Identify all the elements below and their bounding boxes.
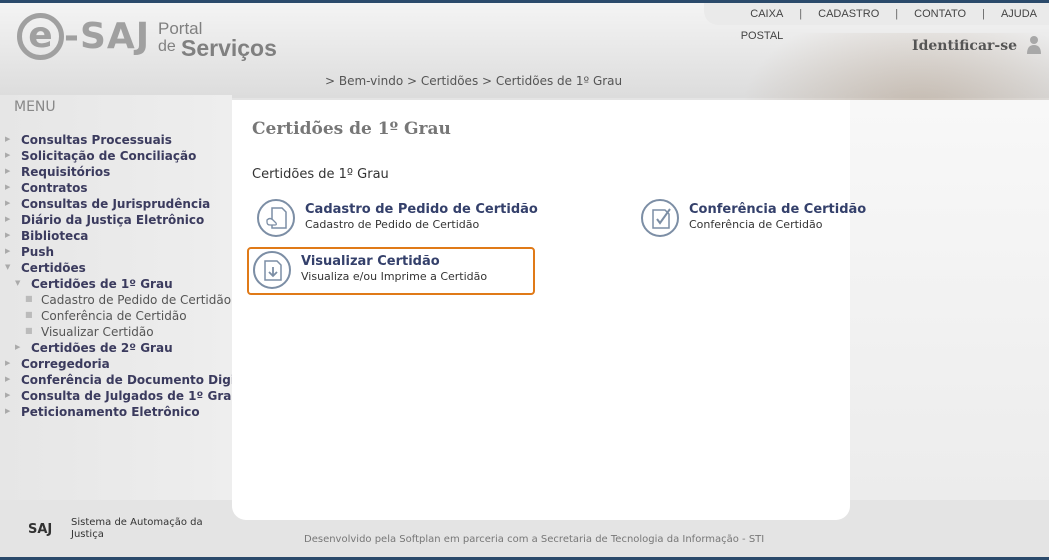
sidebar-item-label[interactable]: Visualizar Certidão [41,324,154,340]
sidebar-item[interactable]: ▶ Consultas Processuais [0,132,232,148]
footer-saj-logo: SAJ [28,522,53,537]
main-content: Certidões de 1º Grau Certidões de 1º Gra… [232,100,866,520]
sidebar-item-label[interactable]: Conferência de Certidão [41,308,187,324]
menu-title: MENU [14,99,56,115]
triangle-right-icon[interactable]: ▶ [5,228,10,242]
triangle-right-icon[interactable]: ▶ [5,356,10,370]
sidebar-item[interactable]: ▶ Diário da Justiça Eletrônico [0,212,232,228]
sidebar-item-label[interactable]: Push [21,244,54,260]
triangle-right-icon[interactable]: ▶ [5,132,10,146]
top-link-contato[interactable]: CONTATO [898,3,982,25]
document-check-icon[interactable] [641,199,679,237]
sidebar-item[interactable]: ▶ Contratos [0,180,232,196]
option-conferencia-certidao[interactable]: Conferência de Certidão Conferência de C… [636,196,866,242]
sidebar-item[interactable]: ▶ Requisitórios [0,164,232,180]
triangle-right-icon[interactable]: ▶ [5,404,10,418]
logo-de: de [158,38,176,55]
triangle-right-icon[interactable]: ▶ [5,164,10,178]
triangle-right-icon[interactable]: ▶ [5,180,10,194]
user-icon[interactable] [1026,35,1042,55]
sidebar-item-label[interactable]: Requisitórios [21,164,110,180]
sidebar-item-label[interactable]: Consultas Processuais [21,132,172,148]
top-link-cadastro[interactable]: CADASTRO [802,3,895,25]
bullet-icon[interactable]: ■ [25,324,33,338]
sidebar-item-label[interactable]: Certidões de 2º Grau [31,340,173,356]
logo-servicos: Serviços [181,35,277,61]
sidebar-item-label[interactable]: Biblioteca [21,228,88,244]
footer: SAJ Sistema de Automação da Justiça Dese… [0,500,1049,557]
triangle-right-icon[interactable]: ▶ [5,372,10,386]
sidebar-item[interactable]: ▶ Biblioteca [0,228,232,244]
section-label: Certidões de 1º Grau [252,167,389,182]
triangle-right-icon[interactable]: ▶ [5,148,10,162]
sidebar-item[interactable]: ▶ Consulta de Julgados de 1º Grau [0,388,240,404]
header: e -SAJ Portal de Serviços CAIXA POSTAL |… [0,3,1049,233]
top-link-caixa-postal[interactable]: CAIXA POSTAL [704,3,799,42]
identify-link[interactable]: Identificar-se [912,36,1017,56]
top-link-ajuda[interactable]: AJUDA [985,3,1037,25]
sidebar-item-label[interactable]: Certidões [21,260,86,276]
footer-system-name: Sistema de Automação da Justiça [71,517,203,540]
esaj-logo[interactable]: e -SAJ Portal de Serviços [17,13,287,68]
option-description: Visualiza e/ou Imprime a Certidão [301,270,488,283]
sidebar-menu: MENU ▶ Consultas Processuais ▶ Solicitação … [0,95,253,500]
option-visualizar-certidao[interactable]: Visualizar Certidão Visualiza e/ou Impri… [247,247,535,295]
sidebar-item[interactable]: ▶ Certidões de 2º Grau [0,340,232,356]
logo-e: e [17,13,64,60]
sidebar-item[interactable]: ■ Visualizar Certidão [0,324,232,340]
option-description: Conferência de Certidão [689,218,823,231]
top-links: CAIXA POSTAL | CADASTRO | CONTATO | AJUD… [704,3,1049,42]
sidebar-item-label[interactable]: Peticionamento Eletrônico [21,404,200,420]
sidebar-item[interactable]: ▼ Certidões de 1º Grau [0,276,232,292]
bullet-icon[interactable]: ■ [25,308,33,322]
sidebar-item-label[interactable]: Diário da Justiça Eletrônico [21,212,204,228]
sidebar-item-label[interactable]: Consulta de Julgados de 1º Grau [21,388,240,404]
document-hand-icon[interactable] [257,199,295,237]
option-title[interactable]: Visualizar Certidão [301,254,440,270]
option-cadastro-pedido-certidao[interactable]: Cadastro de Pedido de Certidão Cadastro … [252,196,552,242]
sidebar-item[interactable]: ▶ Corregedoria [0,356,232,372]
sidebar-item-label[interactable]: Cadastro de Pedido de Certidão [41,292,231,308]
sidebar-item[interactable]: ▶ Conferência de Documento Digital [0,372,253,388]
bullet-icon[interactable]: ■ [25,292,33,306]
sidebar-item-label[interactable]: Solicitação de Conciliação [21,148,196,164]
sidebar-item[interactable]: ▼ Certidões [0,260,232,276]
triangle-right-icon[interactable]: ▶ [5,212,10,226]
logo-saj: -SAJ [64,16,151,57]
breadcrumb: > Bem-vindo > Certidões > Certidões de 1… [325,74,623,88]
sidebar-item[interactable]: ▶ Solicitação de Conciliação [0,148,232,164]
option-title[interactable]: Conferência de Certidão [689,202,866,218]
triangle-right-icon[interactable]: ▶ [5,388,10,402]
sidebar-item[interactable]: ▶ Peticionamento Eletrônico [0,404,232,420]
sidebar-item-label[interactable]: Corregedoria [21,356,110,372]
triangle-right-icon[interactable]: ▶ [5,244,10,258]
document-download-icon[interactable] [253,251,291,289]
option-description: Cadastro de Pedido de Certidão [305,218,480,231]
sidebar-item[interactable]: ■ Cadastro de Pedido de Certidão [0,292,232,308]
sidebar-item[interactable]: ■ Conferência de Certidão [0,308,232,324]
triangle-down-icon[interactable]: ▼ [5,260,10,274]
sidebar-item[interactable]: ▶ Push [0,244,232,260]
triangle-right-icon[interactable]: ▶ [5,196,10,210]
sidebar-item-label[interactable]: Contratos [21,180,87,196]
sidebar-item-label[interactable]: Conferência de Documento Digital [21,372,253,388]
content-side-background [850,100,1049,500]
menu-list: ▶ Consultas Processuais ▶ Solicitação de Co… [0,132,253,420]
sidebar-item-label[interactable]: Consultas de Jurisprudência [21,196,210,212]
sidebar-item[interactable]: ▶ Consultas de Jurisprudência [0,196,232,212]
option-title[interactable]: Cadastro de Pedido de Certidão [305,202,538,218]
triangle-right-icon[interactable]: ▶ [15,340,20,354]
triangle-down-icon[interactable]: ▼ [15,276,20,290]
sidebar-item-label[interactable]: Certidões de 1º Grau [31,276,173,292]
footer-credit: Desenvolvido pela Softplan em parceria c… [304,534,765,545]
page-title: Certidões de 1º Grau [252,119,451,139]
